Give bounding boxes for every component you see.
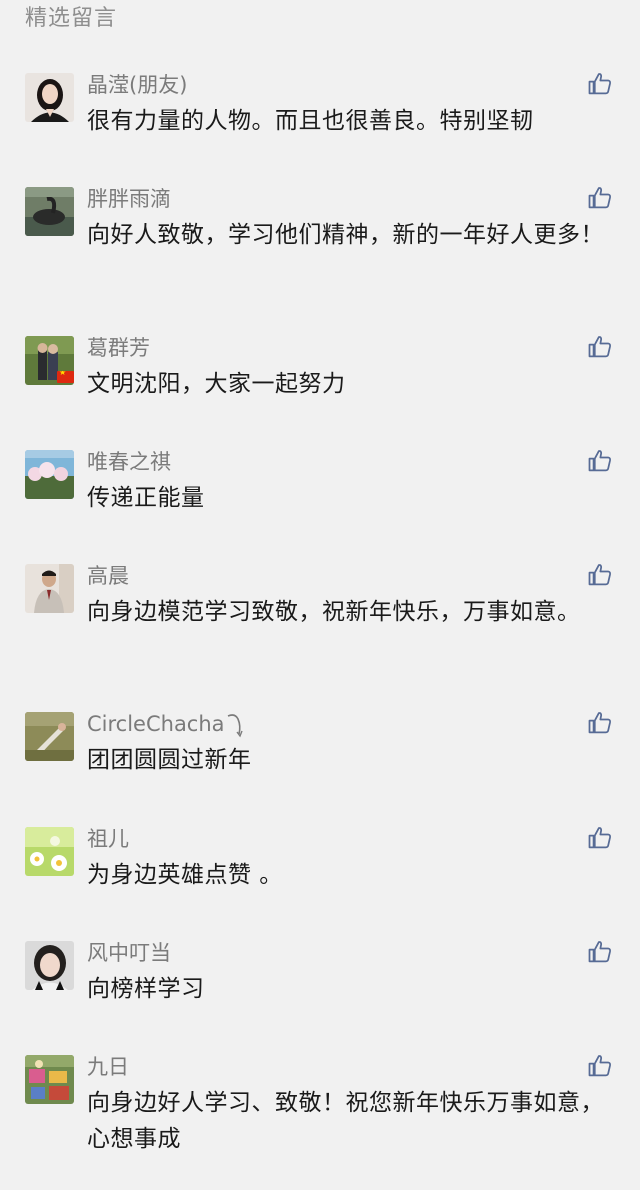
avatar[interactable] [25, 73, 74, 122]
like-button[interactable] [586, 561, 614, 589]
like-button[interactable] [586, 447, 614, 475]
whale-tail-icon [227, 714, 243, 738]
like-button[interactable] [586, 184, 614, 212]
comment-content: 向身边好人学习、致敬！祝您新年快乐万事如意，心想事成 [87, 1090, 604, 1152]
comment-nickname: 风中叮当 [87, 941, 171, 965]
comment-content: 向好人致敬，学习他们精神，新的一年好人更多！ [87, 222, 604, 248]
avatar[interactable] [25, 187, 74, 236]
like-button[interactable] [586, 1052, 614, 1080]
thumbs-up-icon [588, 941, 611, 963]
avatar[interactable] [25, 450, 74, 499]
thumbs-up-icon [588, 827, 611, 849]
comment-nickname: 唯春之祺 [87, 450, 171, 474]
comment-content: 很有力量的人物。而且也很善良。特别坚韧 [87, 108, 534, 134]
comment-content: 团团圆圆过新年 [87, 747, 252, 773]
comment-list: 晶滢(朋友) 很有力量的人物。而且也很善良。特别坚韧 胖胖雨滴 向好人致敬，学习… [0, 0, 640, 1190]
comment-nickname: 祖儿 [87, 827, 129, 851]
comment-nickname: CircleChacha [87, 710, 247, 738]
avatar[interactable] [25, 1055, 74, 1104]
thumbs-up-icon [588, 336, 611, 358]
comment-nickname-text: CircleChacha [87, 712, 225, 736]
thumbs-up-icon [588, 564, 611, 586]
like-button[interactable] [586, 70, 614, 98]
thumbs-up-icon [588, 712, 611, 734]
thumbs-up-icon [588, 450, 611, 472]
thumbs-up-icon [588, 187, 611, 209]
china-flag-icon [57, 371, 74, 383]
like-button[interactable] [586, 938, 614, 966]
avatar[interactable] [25, 712, 74, 761]
comment-content: 向榜样学习 [87, 976, 205, 1002]
avatar[interactable] [25, 827, 74, 876]
comment-nickname: 晶滢(朋友) [87, 73, 188, 97]
like-button[interactable] [586, 333, 614, 361]
comment-content: 向身边模范学习致敬，祝新年快乐，万事如意。 [87, 599, 581, 625]
thumbs-up-icon [588, 1055, 611, 1077]
avatar[interactable] [25, 941, 74, 990]
comment-content: 为身边英雄点赞 。 [87, 862, 283, 888]
comment-nickname: 葛群芳 [87, 336, 150, 360]
like-button[interactable] [586, 824, 614, 852]
comment-content: 文明沈阳，大家一起努力 [87, 371, 346, 397]
thumbs-up-icon [588, 73, 611, 95]
avatar[interactable] [25, 564, 74, 613]
comment-nickname: 九日 [87, 1055, 129, 1079]
like-button[interactable] [586, 709, 614, 737]
comment-nickname: 胖胖雨滴 [87, 187, 171, 211]
comment-nickname: 高晨 [87, 564, 129, 588]
comment-content: 传递正能量 [87, 485, 205, 511]
